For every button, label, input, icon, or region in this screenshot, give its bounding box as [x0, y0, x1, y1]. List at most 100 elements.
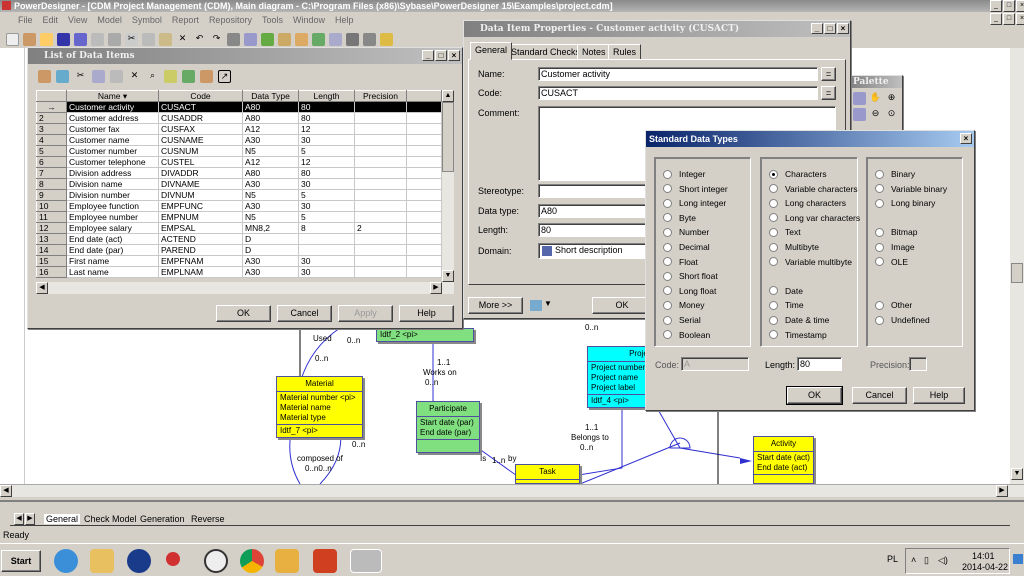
radio-timestamp[interactable]: Timestamp	[769, 330, 827, 340]
datatype-cell[interactable]: A80	[242, 101, 299, 113]
props-minimize-button[interactable]: _	[811, 23, 823, 34]
name-cell[interactable]: Customer fax	[66, 123, 159, 135]
radio-money[interactable]: Money	[663, 300, 705, 310]
tab-scroll-left[interactable]: ◀	[14, 513, 24, 525]
entity-material[interactable]: Material Material number <pi> Material na…	[276, 376, 363, 438]
datatype-cell[interactable]: D	[242, 233, 299, 245]
output-tab-generation[interactable]: Generation	[140, 514, 185, 524]
code-cell[interactable]: DIVNUM	[158, 189, 243, 201]
clock-date[interactable]: 2014-04-22	[962, 562, 1008, 572]
radio-multibyte[interactable]: Multibyte	[769, 242, 819, 252]
datatype-cell[interactable]: A80	[242, 167, 299, 179]
list-vertical-scrollbar[interactable]: ▲ ▼	[442, 90, 454, 282]
copy-icon[interactable]	[142, 32, 155, 46]
save-all-icon[interactable]	[74, 32, 87, 46]
print-preview-icon[interactable]	[91, 32, 104, 46]
radio-time[interactable]: Time	[769, 300, 804, 310]
radio-button-icon[interactable]	[769, 257, 778, 267]
tab-standard-checks[interactable]: Standard Checks	[506, 44, 586, 60]
radio-long-binary[interactable]: Long binary	[875, 198, 935, 208]
name-cell[interactable]: Customer activity	[66, 101, 159, 113]
column-header-length[interactable]: Length	[298, 90, 355, 102]
precision-cell[interactable]	[354, 200, 407, 212]
precision-cell[interactable]	[354, 112, 407, 124]
pin-icon[interactable]	[166, 552, 180, 566]
radio-date-time[interactable]: Date & time	[769, 315, 829, 325]
shortcut-icon[interactable]: ↗	[218, 70, 231, 83]
help-button[interactable]: Help	[399, 305, 454, 322]
code-cell[interactable]: CUSACT	[158, 101, 243, 113]
row-number[interactable]: 15	[36, 255, 67, 267]
save-icon[interactable]	[57, 32, 70, 46]
name-cell[interactable]: Customer telephone	[66, 156, 159, 168]
code-cell[interactable]: EMPLNAM	[158, 266, 243, 278]
precision-cell[interactable]	[354, 156, 407, 168]
radio-button-icon[interactable]	[663, 213, 672, 223]
radio-binary[interactable]: Binary	[875, 169, 915, 179]
show-hidden-icons[interactable]: ˄	[911, 555, 916, 565]
name-cell[interactable]: Customer number	[66, 145, 159, 157]
list-scroll-thumb[interactable]	[442, 102, 454, 172]
show-desktop-button[interactable]	[1013, 554, 1023, 564]
datatype-cell[interactable]: A80	[242, 112, 299, 124]
name-cell[interactable]: Division address	[66, 167, 159, 179]
table-row[interactable]: → Customer activity CUSACT A80 80	[36, 101, 442, 113]
column-header-name[interactable]: Name ▾	[66, 90, 159, 102]
name-cell[interactable]: Division name	[66, 178, 159, 190]
radio-button-icon[interactable]	[875, 169, 884, 179]
length-cell[interactable]: 30	[298, 266, 355, 278]
entity-activity[interactable]: Activity Start date (act) End date (act)	[753, 436, 814, 484]
check-model-icon[interactable]	[244, 32, 257, 46]
radio-serial[interactable]: Serial	[663, 315, 701, 325]
radio-long-integer[interactable]: Long integer	[663, 198, 726, 208]
new-icon[interactable]	[6, 32, 19, 46]
radio-button-icon[interactable]	[769, 330, 778, 340]
browser-icon[interactable]	[346, 32, 359, 46]
row-number[interactable]: 16	[36, 266, 67, 278]
column-header-code[interactable]: Code	[158, 90, 243, 102]
list-minimize-button[interactable]: _	[422, 50, 434, 61]
radio-button-icon[interactable]	[769, 315, 778, 325]
list-scroll-right[interactable]: ▶	[430, 282, 442, 294]
precision-cell[interactable]	[354, 167, 407, 179]
name-cell[interactable]: Customer name	[66, 134, 159, 146]
entity-task[interactable]: Task	[515, 464, 580, 484]
table-row[interactable]: 16 Last name EMPLNAM A30 30	[36, 266, 442, 278]
row-number[interactable]: 8	[36, 178, 67, 190]
radio-other[interactable]: Other	[875, 300, 912, 310]
length-cell[interactable]	[298, 233, 355, 245]
menu-repository[interactable]: Repository	[209, 12, 252, 28]
row-number[interactable]: 7	[36, 167, 67, 179]
cancel-button[interactable]: Cancel	[277, 305, 332, 322]
radio-button-icon[interactable]	[875, 198, 884, 208]
std-cancel-button[interactable]: Cancel	[852, 387, 907, 404]
code-cell[interactable]: CUSTEL	[158, 156, 243, 168]
open-icon[interactable]	[40, 32, 53, 46]
length-cell[interactable]: 5	[298, 211, 355, 223]
name-cell[interactable]: Employee function	[66, 200, 159, 212]
radio-variable-characters[interactable]: Variable characters	[769, 184, 858, 194]
radio-button-icon[interactable]	[663, 286, 672, 296]
table-row[interactable]: 2 Customer address CUSADDR A80 80	[36, 112, 442, 124]
radio-button-icon[interactable]	[769, 169, 778, 179]
minimize-button[interactable]: _	[990, 0, 1002, 12]
radio-boolean[interactable]: Boolean	[663, 330, 710, 340]
code-cell[interactable]: PAREND	[158, 244, 243, 256]
menu-help[interactable]: Help	[335, 12, 354, 28]
table-row[interactable]: 11 Employee number EMPNUM N5 5	[36, 211, 442, 223]
length-cell[interactable]: 12	[298, 123, 355, 135]
datatype-cell[interactable]: A30	[242, 134, 299, 146]
props-close-button[interactable]: ×	[837, 23, 849, 34]
radio-byte[interactable]: Byte	[663, 213, 696, 223]
filter-icon[interactable]	[164, 70, 177, 83]
datatype-cell[interactable]: N5	[242, 189, 299, 201]
length-cell[interactable]: 80	[298, 112, 355, 124]
name-cell[interactable]: Customer address	[66, 112, 159, 124]
name-cell[interactable]: Employee number	[66, 211, 159, 223]
std-types-close-button[interactable]: ×	[960, 133, 972, 144]
undo-icon[interactable]: ↶	[193, 33, 206, 46]
precision-cell[interactable]	[354, 255, 407, 267]
menu-file[interactable]: File	[18, 12, 33, 28]
code-input[interactable]: CUSACT	[538, 86, 818, 100]
radio-button-icon[interactable]	[875, 257, 884, 267]
